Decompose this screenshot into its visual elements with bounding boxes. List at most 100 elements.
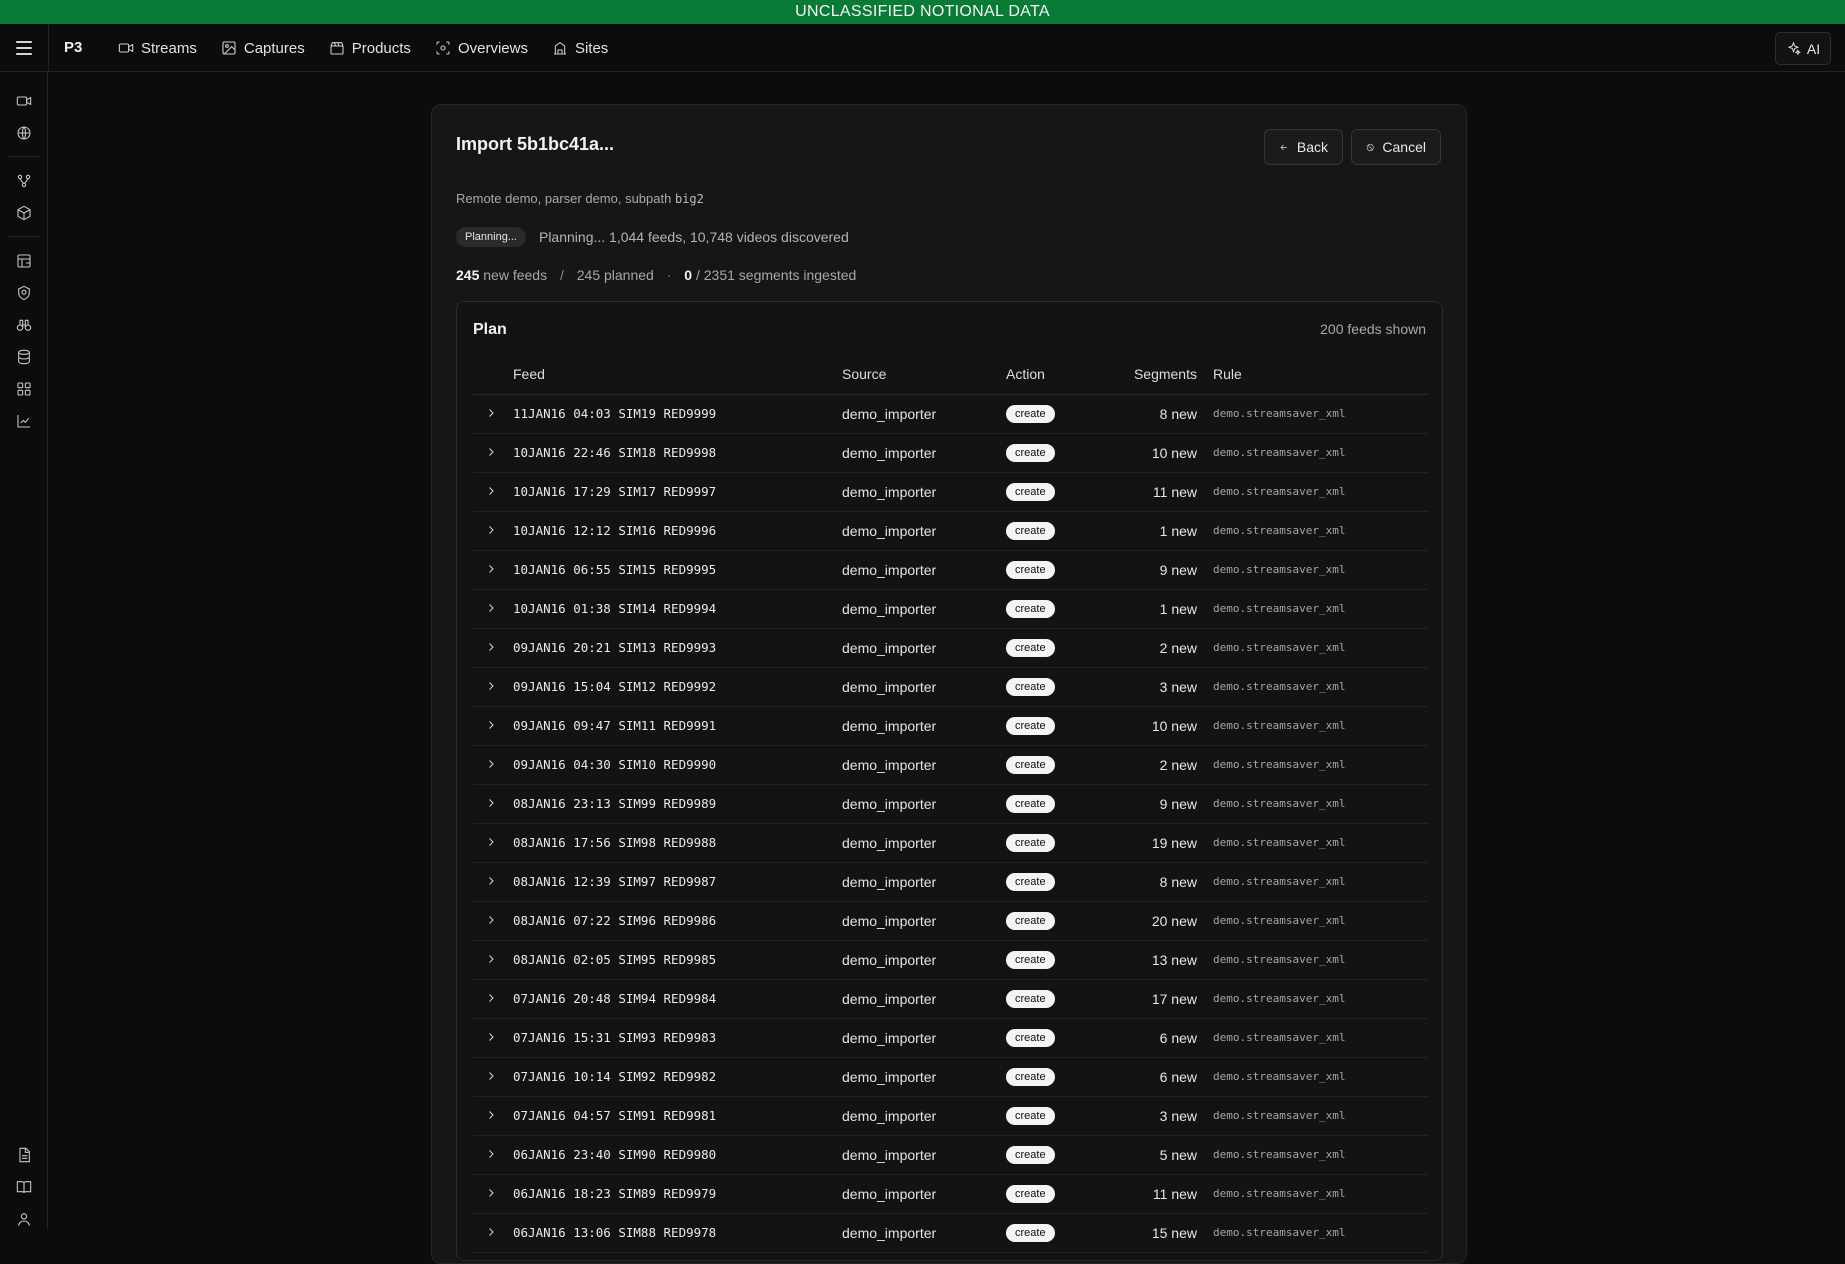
sidebar-document-icon[interactable] [14, 1145, 34, 1165]
sidebar-binoculars-icon[interactable] [14, 315, 34, 335]
cancel-button[interactable]: Cancel [1351, 129, 1441, 165]
action-badge[interactable]: create [1006, 912, 1055, 930]
chevron-right-icon[interactable] [485, 1109, 497, 1121]
table-row[interactable]: 09JAN16 04:30 SIM10 RED9990 demo_importer… [473, 745, 1428, 785]
sidebar-streams-icon[interactable] [14, 91, 34, 111]
table-row[interactable]: 07JAN16 20:48 SIM94 RED9984 demo_importer… [473, 979, 1428, 1019]
sidebar-database-icon[interactable] [14, 347, 34, 367]
action-badge[interactable]: create [1006, 795, 1055, 813]
hamburger-icon[interactable] [12, 36, 36, 60]
chevron-right-icon[interactable] [485, 1148, 497, 1160]
chevron-right-icon[interactable] [485, 1187, 497, 1199]
table-row[interactable]: 10JAN16 01:38 SIM14 RED9994 demo_importer… [473, 589, 1428, 629]
chevron-right-icon[interactable] [485, 758, 497, 770]
sidebar-package-icon[interactable] [14, 203, 34, 223]
expand-row-cell[interactable] [473, 394, 513, 434]
nav-item-captures[interactable]: Captures [221, 40, 305, 57]
table-row[interactable]: 08JAN16 17:56 SIM98 RED9988 demo_importer… [473, 823, 1428, 863]
chevron-right-icon[interactable] [485, 836, 497, 848]
chevron-right-icon[interactable] [485, 524, 497, 536]
expand-row-cell[interactable] [473, 1174, 513, 1214]
action-badge[interactable]: create [1006, 483, 1055, 501]
action-badge[interactable]: create [1006, 990, 1055, 1008]
chevron-right-icon[interactable] [485, 680, 497, 692]
back-button[interactable]: Back [1264, 129, 1343, 165]
table-row[interactable]: 06JAN16 18:23 SIM89 RED9979 demo_importer… [473, 1174, 1428, 1214]
table-row[interactable]: 11JAN16 04:03 SIM19 RED9999 demo_importer… [473, 394, 1428, 434]
table-row[interactable]: 07JAN16 04:57 SIM91 RED9981 demo_importer… [473, 1096, 1428, 1136]
expand-row-cell[interactable] [473, 550, 513, 590]
chevron-right-icon[interactable] [485, 914, 497, 926]
header-rule[interactable]: Rule [1213, 354, 1428, 395]
header-segments[interactable]: Segments [1101, 354, 1213, 395]
expand-row-cell[interactable] [473, 589, 513, 629]
table-row[interactable]: 08JAN16 23:13 SIM99 RED9989 demo_importer… [473, 784, 1428, 824]
action-badge[interactable]: create [1006, 873, 1055, 891]
expand-row-cell[interactable] [473, 667, 513, 707]
action-badge[interactable]: create [1006, 678, 1055, 696]
chevron-right-icon[interactable] [485, 953, 497, 965]
expand-row-cell[interactable] [473, 1135, 513, 1175]
table-row[interactable]: 08JAN16 07:22 SIM96 RED9986 demo_importer… [473, 901, 1428, 941]
chevron-right-icon[interactable] [485, 641, 497, 653]
expand-row-cell[interactable] [473, 823, 513, 863]
action-badge[interactable]: create [1006, 756, 1055, 774]
table-row[interactable]: 06JAN16 23:40 SIM90 RED9980 demo_importer… [473, 1135, 1428, 1175]
chevron-right-icon[interactable] [485, 1226, 497, 1238]
table-row[interactable]: 10JAN16 22:46 SIM18 RED9998 demo_importer… [473, 433, 1428, 473]
header-feed[interactable]: Feed [513, 354, 842, 395]
expand-row-cell[interactable] [473, 979, 513, 1019]
sidebar-layout-icon[interactable] [14, 251, 34, 271]
chevron-right-icon[interactable] [485, 875, 497, 887]
table-row[interactable]: 10JAN16 12:12 SIM16 RED9996 demo_importer… [473, 511, 1428, 551]
expand-row-cell[interactable] [473, 1018, 513, 1058]
expand-row-cell[interactable] [473, 745, 513, 785]
table-row[interactable]: 08JAN16 12:39 SIM97 RED9987 demo_importer… [473, 862, 1428, 902]
chevron-right-icon[interactable] [485, 407, 497, 419]
table-row[interactable]: 09JAN16 20:21 SIM13 RED9993 demo_importer… [473, 628, 1428, 668]
nav-item-sites[interactable]: Sites [552, 40, 608, 57]
action-badge[interactable]: create [1006, 951, 1055, 969]
chevron-right-icon[interactable] [485, 446, 497, 458]
table-row[interactable]: 10JAN16 17:29 SIM17 RED9997 demo_importer… [473, 472, 1428, 512]
action-badge[interactable]: create [1006, 1107, 1055, 1125]
chevron-right-icon[interactable] [485, 485, 497, 497]
nav-item-overviews[interactable]: Overviews [435, 40, 528, 57]
table-row[interactable]: 06JAN16 13:06 SIM88 RED9978 demo_importer… [473, 1213, 1428, 1253]
action-badge[interactable]: create [1006, 834, 1055, 852]
sidebar-shield-icon[interactable] [14, 283, 34, 303]
action-badge[interactable]: create [1006, 1224, 1055, 1242]
action-badge[interactable]: create [1006, 561, 1055, 579]
sidebar-globe-icon[interactable] [14, 123, 34, 143]
action-badge[interactable]: create [1006, 522, 1055, 540]
chevron-right-icon[interactable] [485, 602, 497, 614]
action-badge[interactable]: create [1006, 405, 1055, 423]
nav-item-streams[interactable]: Streams [118, 40, 197, 57]
action-badge[interactable]: create [1006, 639, 1055, 657]
expand-row-cell[interactable] [473, 1096, 513, 1136]
expand-row-cell[interactable] [473, 901, 513, 941]
expand-row-cell[interactable] [473, 1213, 513, 1253]
table-row[interactable]: 10JAN16 06:55 SIM15 RED9995 demo_importer… [473, 550, 1428, 590]
table-row[interactable]: 09JAN16 15:04 SIM12 RED9992 demo_importer… [473, 667, 1428, 707]
sidebar-grid-icon[interactable] [14, 379, 34, 399]
expand-row-cell[interactable] [473, 784, 513, 824]
sidebar-user-icon[interactable] [14, 1209, 34, 1229]
app-brand[interactable]: P3 [64, 39, 82, 56]
expand-row-cell[interactable] [473, 862, 513, 902]
chevron-right-icon[interactable] [485, 1031, 497, 1043]
expand-row-cell[interactable] [473, 1057, 513, 1097]
expand-row-cell[interactable] [473, 511, 513, 551]
action-badge[interactable]: create [1006, 717, 1055, 735]
action-badge[interactable]: create [1006, 1068, 1055, 1086]
expand-row-cell[interactable] [473, 433, 513, 473]
action-badge[interactable]: create [1006, 600, 1055, 618]
chevron-right-icon[interactable] [485, 992, 497, 1004]
action-badge[interactable]: create [1006, 1146, 1055, 1164]
table-row[interactable]: 07JAN16 10:14 SIM92 RED9982 demo_importer… [473, 1057, 1428, 1097]
expand-row-cell[interactable] [473, 628, 513, 668]
expand-row-cell[interactable] [473, 940, 513, 980]
header-action[interactable]: Action [1006, 354, 1101, 395]
action-badge[interactable]: create [1006, 444, 1055, 462]
nav-item-products[interactable]: Products [329, 40, 411, 57]
